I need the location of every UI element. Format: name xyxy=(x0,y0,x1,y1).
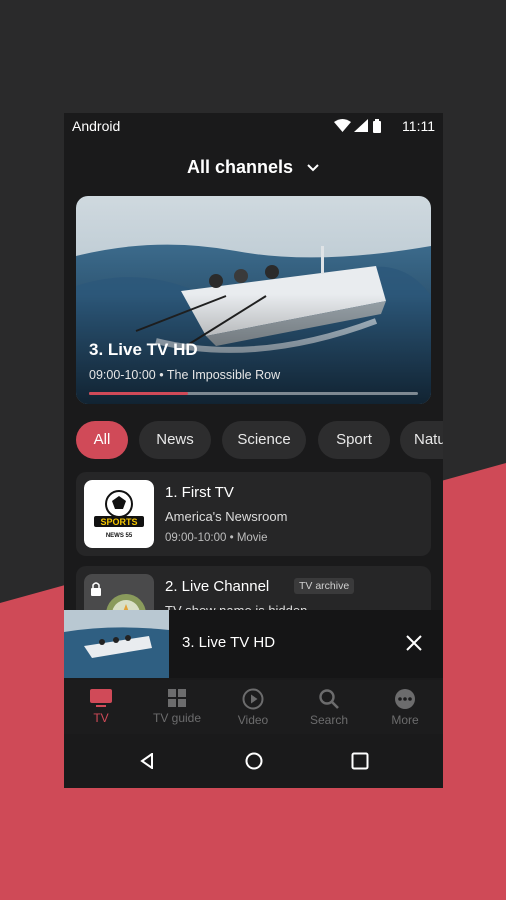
channel-meta: 09:00-10:00 • Movie xyxy=(165,532,268,544)
channel-title: 1. First TV xyxy=(165,484,234,501)
close-icon[interactable] xyxy=(405,634,423,652)
featured-progress-fill xyxy=(89,392,188,395)
nav-label: TV guide xyxy=(152,711,202,725)
play-icon xyxy=(242,688,264,710)
featured-program: The Impossible Row xyxy=(166,368,281,382)
featured-progress-bar xyxy=(89,392,418,395)
nav-video[interactable]: Video xyxy=(218,688,288,727)
signal-icon xyxy=(354,119,368,132)
search-icon xyxy=(319,689,339,709)
channel-time: 09:00-10:00 xyxy=(165,532,227,544)
nav-label: Video xyxy=(237,713,269,727)
back-icon[interactable] xyxy=(140,753,154,769)
nav-search[interactable]: Search xyxy=(294,688,364,727)
wifi-icon xyxy=(334,119,351,132)
more-icon xyxy=(395,689,415,709)
status-os-label: Android xyxy=(72,118,121,134)
status-time: 11:11 xyxy=(402,118,435,134)
featured-time: 09:00-10:00 xyxy=(89,368,156,382)
filter-all[interactable]: All xyxy=(76,421,128,459)
bottom-navigation: TV TV guide Video Search More xyxy=(64,680,443,734)
mini-player[interactable]: 3. Live TV HD xyxy=(64,610,443,678)
meta-separator: • xyxy=(159,368,164,382)
system-navigation xyxy=(64,734,443,788)
phone-screen: Android 11:11 All channels 3. Live TV HD… xyxy=(64,113,443,788)
mini-player-title: 3. Live TV HD xyxy=(182,634,276,651)
nav-label: TV xyxy=(93,711,109,725)
logo-subtext: NEWS 55 xyxy=(106,533,133,539)
featured-channel-card[interactable]: 3. Live TV HD 09:00-10:00 • The Impossib… xyxy=(76,196,431,404)
home-icon[interactable] xyxy=(245,752,263,770)
nav-tv-guide[interactable]: TV guide xyxy=(142,688,212,725)
channel-selector[interactable]: All channels xyxy=(64,157,443,178)
featured-meta: 09:00-10:00 • The Impossible Row xyxy=(89,368,280,382)
category-filters: All News Science Sport Natu xyxy=(76,421,443,459)
nav-more[interactable]: More xyxy=(370,688,440,727)
channel-row[interactable]: SPORTS NEWS 55 1. First TV America's New… xyxy=(76,472,431,556)
grid-icon xyxy=(168,689,186,707)
nav-label: Search xyxy=(309,713,349,727)
status-bar: Android 11:11 xyxy=(64,113,443,139)
channel-program: America's Newsroom xyxy=(165,509,288,524)
filter-nature[interactable]: Natu xyxy=(400,421,443,459)
archive-badge: TV archive xyxy=(294,578,355,594)
filter-sport[interactable]: Sport xyxy=(318,421,390,459)
channel-logo: SPORTS NEWS 55 xyxy=(84,480,154,548)
channel-title: 2. Live Channel xyxy=(165,578,270,595)
channel-genre: Movie xyxy=(236,532,268,544)
nav-tv[interactable]: TV xyxy=(66,688,136,725)
chevron-down-icon xyxy=(307,164,319,172)
mini-player-thumbnail xyxy=(64,610,169,678)
tv-icon xyxy=(90,689,112,707)
filter-science[interactable]: Science xyxy=(222,421,306,459)
logo-text: SPORTS xyxy=(100,517,137,527)
meta-separator: • xyxy=(229,532,234,544)
filter-news[interactable]: News xyxy=(139,421,211,459)
page-title: All channels xyxy=(186,157,293,177)
nav-label: More xyxy=(391,713,419,727)
battery-icon xyxy=(373,119,381,133)
recents-icon[interactable] xyxy=(351,752,369,770)
featured-title: 3. Live TV HD xyxy=(89,340,198,359)
